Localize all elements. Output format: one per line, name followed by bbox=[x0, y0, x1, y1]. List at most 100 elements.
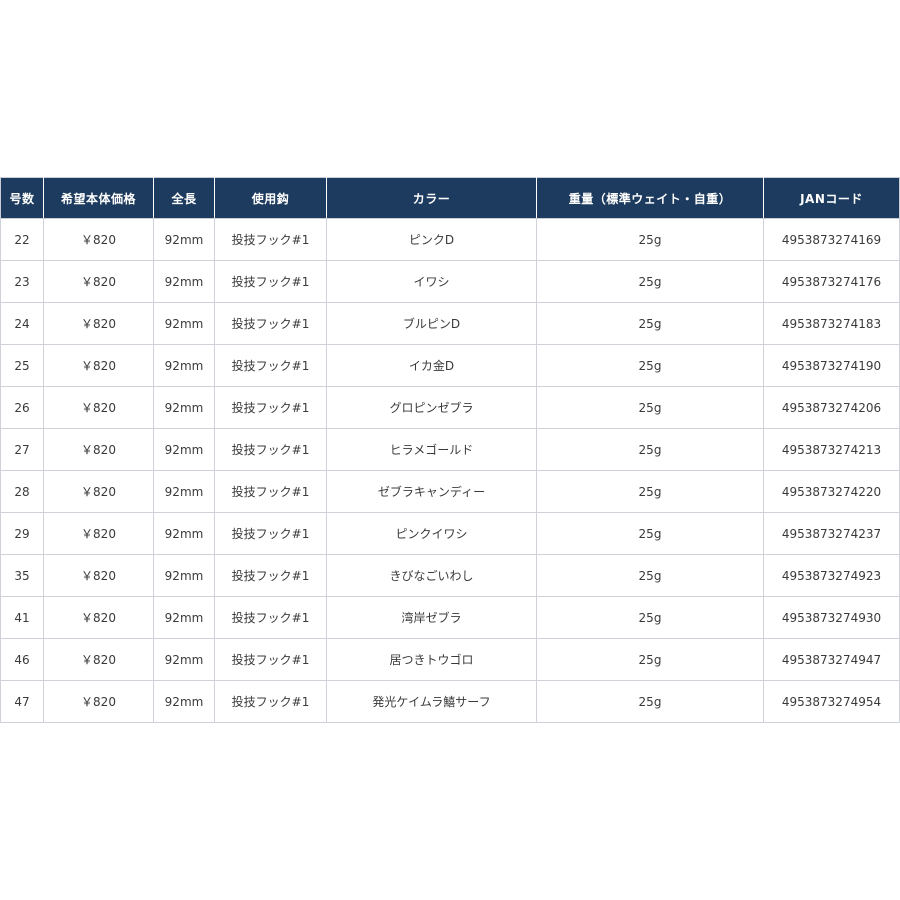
cell-weight: 25g bbox=[536, 596, 764, 639]
cell-price: ￥820 bbox=[43, 554, 154, 597]
cell-jan-code: 4953873274213 bbox=[763, 428, 900, 471]
cell-color: ピンクD bbox=[326, 218, 537, 261]
cell-weight: 25g bbox=[536, 428, 764, 471]
cell-color: ピンクイワシ bbox=[326, 512, 537, 555]
table-row: 28 ￥820 92mm 投技フック#1 ゼブラキャンディー 25g 49538732742… bbox=[0, 470, 900, 513]
cell-hook: 投技フック#1 bbox=[214, 554, 327, 597]
header-hook: 使用鈎 bbox=[214, 177, 327, 219]
cell-length: 92mm bbox=[153, 470, 215, 513]
cell-price: ￥820 bbox=[43, 218, 154, 261]
cell-length: 92mm bbox=[153, 386, 215, 429]
header-number: 号数 bbox=[0, 177, 44, 219]
cell-weight: 25g bbox=[536, 218, 764, 261]
cell-jan-code: 4953873274220 bbox=[763, 470, 900, 513]
cell-jan-code: 4953873274954 bbox=[763, 680, 900, 723]
cell-number: 22 bbox=[0, 218, 44, 261]
cell-hook: 投技フック#1 bbox=[214, 344, 327, 387]
cell-price: ￥820 bbox=[43, 302, 154, 345]
cell-jan-code: 4953873274169 bbox=[763, 218, 900, 261]
cell-length: 92mm bbox=[153, 260, 215, 303]
cell-jan-code: 4953873274190 bbox=[763, 344, 900, 387]
cell-weight: 25g bbox=[536, 386, 764, 429]
cell-price: ￥820 bbox=[43, 260, 154, 303]
cell-price: ￥820 bbox=[43, 512, 154, 555]
cell-jan-code: 4953873274923 bbox=[763, 554, 900, 597]
cell-number: 47 bbox=[0, 680, 44, 723]
cell-number: 24 bbox=[0, 302, 44, 345]
cell-length: 92mm bbox=[153, 680, 215, 723]
cell-number: 35 bbox=[0, 554, 44, 597]
cell-jan-code: 4953873274237 bbox=[763, 512, 900, 555]
cell-length: 92mm bbox=[153, 596, 215, 639]
cell-number: 29 bbox=[0, 512, 44, 555]
cell-price: ￥820 bbox=[43, 596, 154, 639]
cell-hook: 投技フック#1 bbox=[214, 596, 327, 639]
table-row: 47 ￥820 92mm 投技フック#1 発光ケイムラ鱚サーフ 25g 4953873274… bbox=[0, 680, 900, 723]
header-color: カラー bbox=[326, 177, 537, 219]
cell-weight: 25g bbox=[536, 512, 764, 555]
table-row: 23 ￥820 92mm 投技フック#1 イワシ 25g 4953873274176 bbox=[0, 260, 900, 303]
cell-jan-code: 4953873274206 bbox=[763, 386, 900, 429]
table-row: 29 ￥820 92mm 投技フック#1 ピンクイワシ 25g 4953873274237 bbox=[0, 512, 900, 555]
table-row: 26 ￥820 92mm 投技フック#1 グロピンゼブラ 25g 4953873274206 bbox=[0, 386, 900, 429]
cell-color: ブルピンD bbox=[326, 302, 537, 345]
table-row: 24 ￥820 92mm 投技フック#1 ブルピンD 25g 4953873274183 bbox=[0, 302, 900, 345]
cell-number: 27 bbox=[0, 428, 44, 471]
cell-hook: 投技フック#1 bbox=[214, 218, 327, 261]
cell-price: ￥820 bbox=[43, 344, 154, 387]
header-weight: 重量（標準ウェイト・自重） bbox=[536, 177, 764, 219]
cell-color: イワシ bbox=[326, 260, 537, 303]
cell-weight: 25g bbox=[536, 554, 764, 597]
cell-color: 湾岸ゼブラ bbox=[326, 596, 537, 639]
cell-length: 92mm bbox=[153, 428, 215, 471]
cell-price: ￥820 bbox=[43, 470, 154, 513]
cell-length: 92mm bbox=[153, 302, 215, 345]
cell-length: 92mm bbox=[153, 638, 215, 681]
cell-price: ￥820 bbox=[43, 680, 154, 723]
cell-jan-code: 4953873274930 bbox=[763, 596, 900, 639]
cell-hook: 投技フック#1 bbox=[214, 302, 327, 345]
table-row: 41 ￥820 92mm 投技フック#1 湾岸ゼブラ 25g 4953873274930 bbox=[0, 596, 900, 639]
cell-number: 28 bbox=[0, 470, 44, 513]
cell-color: ゼブラキャンディー bbox=[326, 470, 537, 513]
table-row: 35 ￥820 92mm 投技フック#1 きびなごいわし 25g 4953873274923 bbox=[0, 554, 900, 597]
cell-number: 23 bbox=[0, 260, 44, 303]
cell-length: 92mm bbox=[153, 218, 215, 261]
cell-color: ヒラメゴールド bbox=[326, 428, 537, 471]
cell-price: ￥820 bbox=[43, 638, 154, 681]
cell-weight: 25g bbox=[536, 344, 764, 387]
cell-weight: 25g bbox=[536, 470, 764, 513]
cell-hook: 投技フック#1 bbox=[214, 512, 327, 555]
cell-jan-code: 4953873274183 bbox=[763, 302, 900, 345]
table-header-row: 号数 希望本体価格 全長 使用鈎 カラー 重量（標準ウェイト・自重） JANコード bbox=[0, 177, 900, 219]
header-jan-code: JANコード bbox=[763, 177, 900, 219]
cell-weight: 25g bbox=[536, 302, 764, 345]
header-length: 全長 bbox=[153, 177, 215, 219]
cell-length: 92mm bbox=[153, 554, 215, 597]
cell-number: 25 bbox=[0, 344, 44, 387]
cell-hook: 投技フック#1 bbox=[214, 386, 327, 429]
table-body: 22 ￥820 92mm 投技フック#1 ピンクD 25g 4953873274169 23 ￥… bbox=[0, 218, 900, 723]
cell-jan-code: 4953873274176 bbox=[763, 260, 900, 303]
cell-hook: 投技フック#1 bbox=[214, 428, 327, 471]
header-price: 希望本体価格 bbox=[43, 177, 154, 219]
table-row: 22 ￥820 92mm 投技フック#1 ピンクD 25g 4953873274169 bbox=[0, 218, 900, 261]
cell-hook: 投技フック#1 bbox=[214, 260, 327, 303]
spec-table: 号数 希望本体価格 全長 使用鈎 カラー 重量（標準ウェイト・自重） JANコード 22 ￥8… bbox=[0, 177, 900, 723]
cell-color: 発光ケイムラ鱚サーフ bbox=[326, 680, 537, 723]
cell-hook: 投技フック#1 bbox=[214, 680, 327, 723]
cell-hook: 投技フック#1 bbox=[214, 470, 327, 513]
cell-jan-code: 4953873274947 bbox=[763, 638, 900, 681]
cell-color: 居つきトウゴロ bbox=[326, 638, 537, 681]
cell-number: 46 bbox=[0, 638, 44, 681]
cell-length: 92mm bbox=[153, 344, 215, 387]
table-row: 25 ￥820 92mm 投技フック#1 イカ金D 25g 4953873274190 bbox=[0, 344, 900, 387]
table-row: 27 ￥820 92mm 投技フック#1 ヒラメゴールド 25g 4953873274213 bbox=[0, 428, 900, 471]
cell-number: 41 bbox=[0, 596, 44, 639]
cell-number: 26 bbox=[0, 386, 44, 429]
cell-weight: 25g bbox=[536, 638, 764, 681]
cell-price: ￥820 bbox=[43, 386, 154, 429]
cell-color: グロピンゼブラ bbox=[326, 386, 537, 429]
cell-hook: 投技フック#1 bbox=[214, 638, 327, 681]
cell-color: きびなごいわし bbox=[326, 554, 537, 597]
